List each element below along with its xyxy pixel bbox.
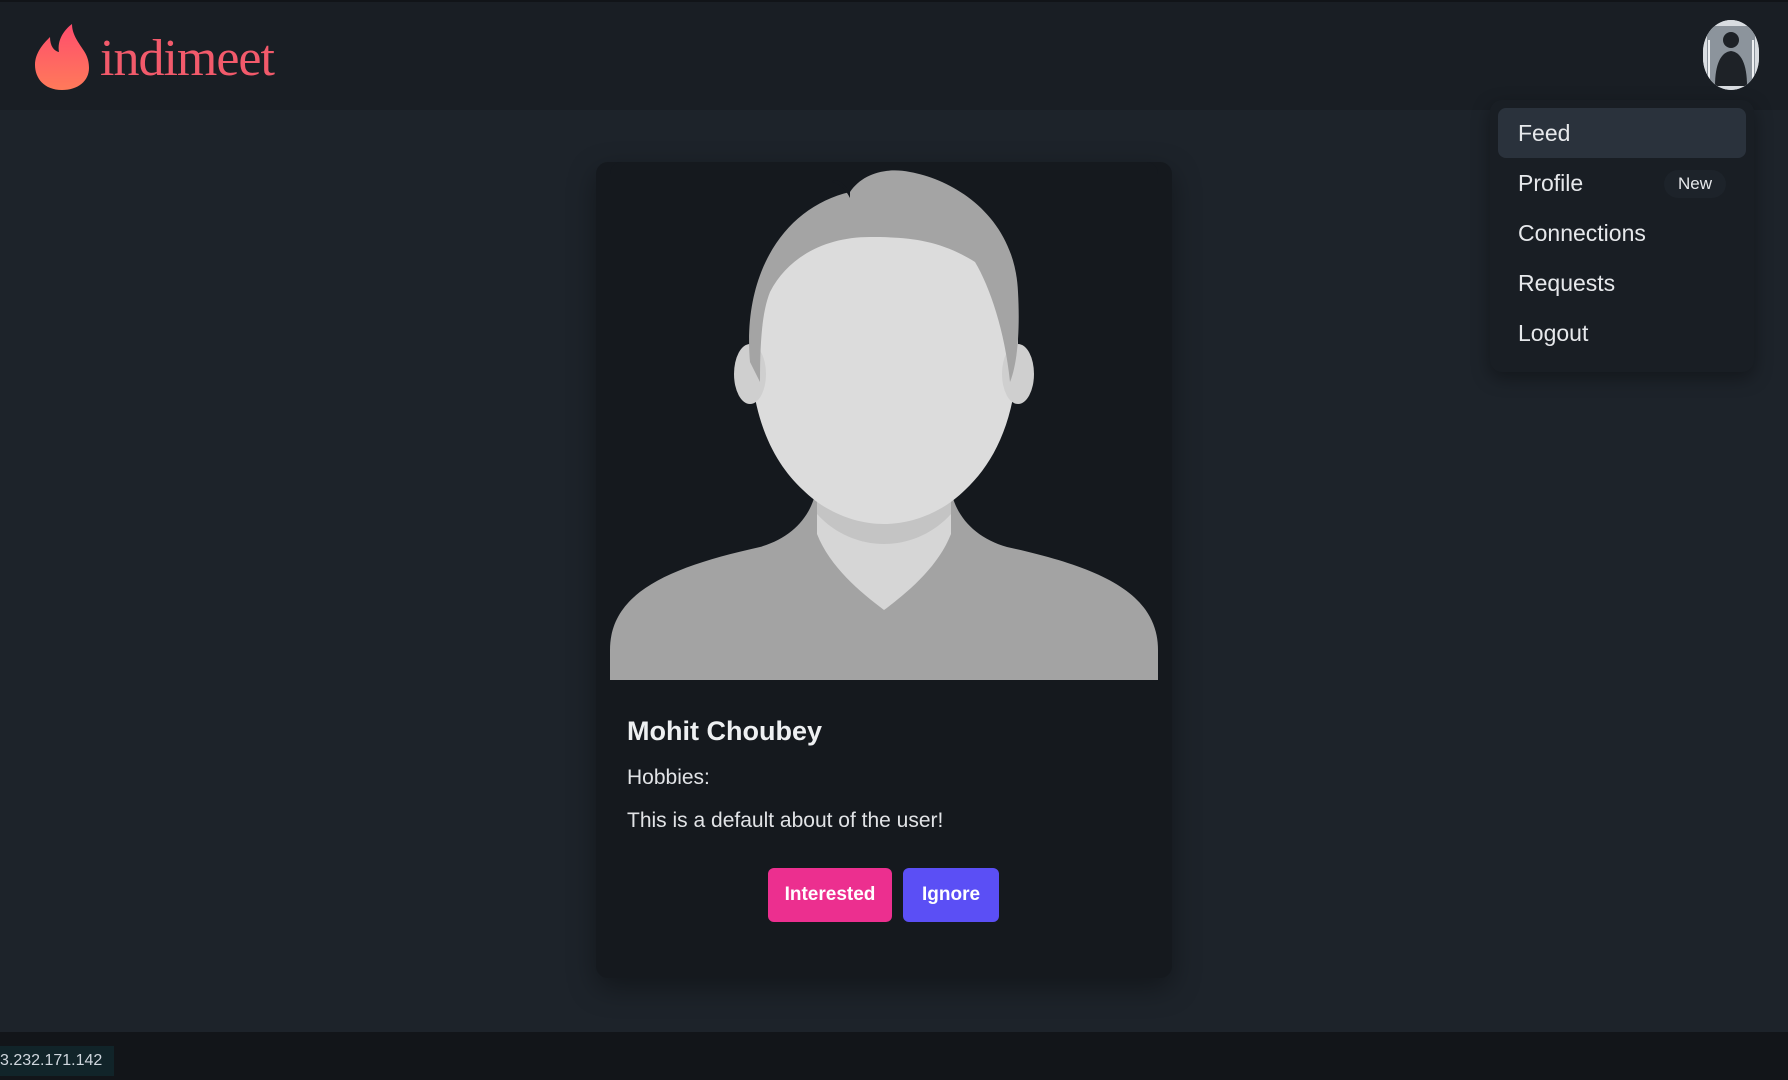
brand-logo-link[interactable]: indimeet: [32, 20, 275, 97]
interested-button[interactable]: Interested: [768, 868, 892, 922]
status-ip-address: 3.232.171.142: [0, 1046, 115, 1076]
navbar: indimeet: [0, 0, 1788, 110]
menu-item-label: Connections: [1518, 219, 1646, 246]
ignore-button[interactable]: Ignore: [903, 868, 999, 922]
user-name: Mohit Choubey: [627, 716, 822, 746]
menu-item-requests[interactable]: Requests: [1498, 258, 1746, 308]
brand-name: indimeet: [100, 29, 275, 87]
menu-item-label: Requests: [1518, 269, 1616, 296]
new-badge: New: [1663, 170, 1726, 198]
user-about: This is a default about of the user!: [627, 809, 944, 832]
menu-item-label: Profile: [1518, 169, 1584, 196]
nav-dropdown-menu: Feed Profile New Connections Requests Lo…: [1490, 100, 1754, 372]
user-avatar-button[interactable]: [1703, 20, 1759, 90]
menu-item-label: Feed: [1518, 119, 1571, 146]
menu-item-profile[interactable]: Profile New: [1498, 158, 1746, 208]
menu-item-label: Logout: [1518, 319, 1589, 346]
flame-icon: [32, 20, 92, 97]
browser-status-bar: [0, 1032, 1788, 1080]
default-profile-silhouette-icon: [610, 162, 1158, 680]
user-hobbies: Hobbies:: [627, 766, 710, 789]
user-feed-card: Mohit Choubey Hobbies: This is a default…: [596, 162, 1172, 978]
profile-photo: [610, 162, 1158, 680]
menu-item-logout[interactable]: Logout: [1498, 308, 1746, 358]
menu-item-feed[interactable]: Feed: [1498, 108, 1746, 158]
menu-item-connections[interactable]: Connections: [1498, 208, 1746, 258]
